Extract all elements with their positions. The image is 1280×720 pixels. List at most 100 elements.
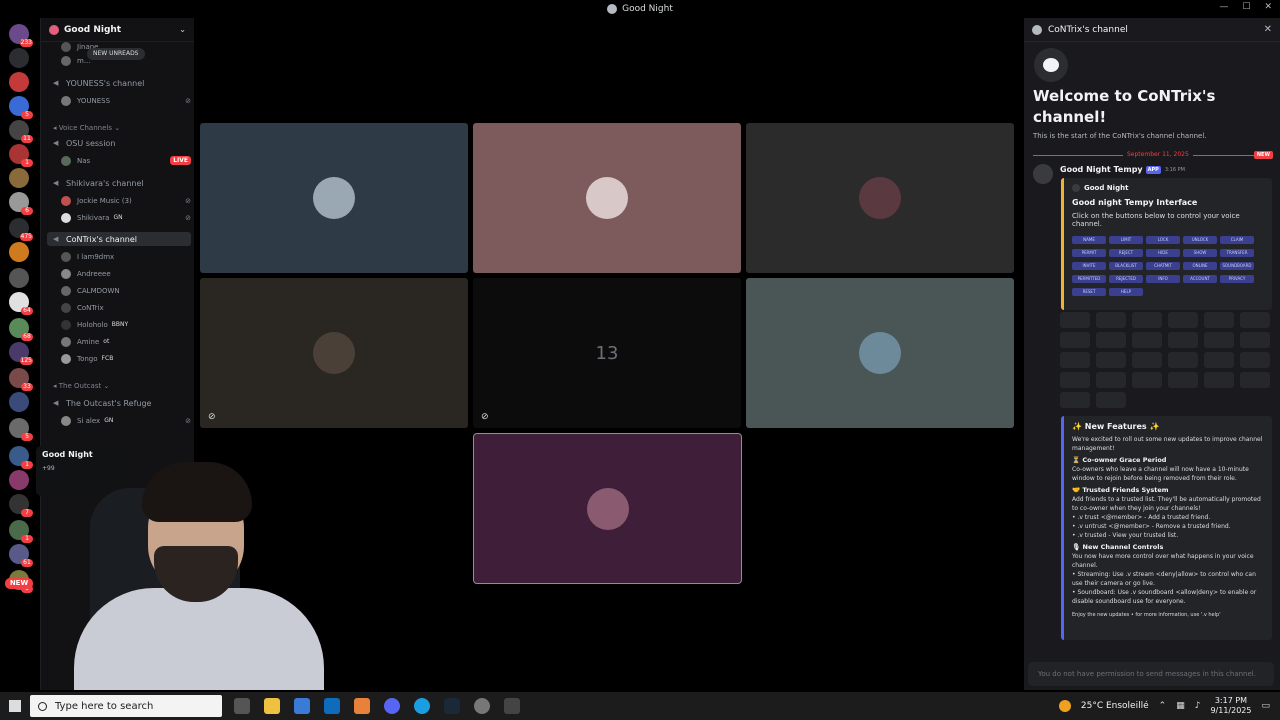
server-icon[interactable] <box>9 72 29 92</box>
control-button[interactable]: TRANSFER <box>1220 249 1254 257</box>
control-button[interactable]: HELP <box>1109 288 1143 296</box>
voice-channel[interactable]: ◀ YOUNESS's channel <box>47 76 191 90</box>
chevron-down-icon[interactable]: ⌄ <box>179 25 186 34</box>
control-button[interactable]: REJECT <box>1109 249 1143 257</box>
control-icon-button[interactable] <box>1204 312 1234 328</box>
voice-member[interactable]: Amine ot <box>61 335 191 348</box>
control-icon-button[interactable] <box>1060 392 1090 408</box>
server-icon[interactable]: 64 <box>9 292 33 315</box>
server-icon[interactable]: 61 <box>9 544 33 567</box>
server-icon[interactable]: 5 <box>9 96 33 119</box>
voice-member[interactable]: Tongo FCB <box>61 352 191 365</box>
server-icon[interactable]: 7 <box>9 494 33 517</box>
voice-channel[interactable]: ◀ Shikivara's channel <box>47 176 191 190</box>
control-icon-button[interactable] <box>1132 312 1162 328</box>
voice-member[interactable]: Nas LIVE <box>61 154 191 167</box>
control-icon-button[interactable] <box>1168 312 1198 328</box>
server-icon[interactable]: 5 <box>9 418 33 441</box>
minimize-button[interactable]: — <box>1219 2 1228 12</box>
start-button[interactable] <box>0 692 30 720</box>
video-tile[interactable] <box>473 123 741 273</box>
voice-member[interactable]: YOUNESS ⊘ <box>61 94 191 107</box>
control-icon-button[interactable] <box>1240 352 1270 368</box>
server-icon[interactable]: 233 <box>9 24 33 47</box>
video-tile[interactable] <box>746 123 1014 273</box>
video-tile[interactable] <box>473 433 742 584</box>
voice-channel[interactable]: ◀ OSU session <box>47 136 191 150</box>
app-icon[interactable] <box>504 698 520 714</box>
server-icon[interactable]: 1 <box>9 520 33 543</box>
message-author[interactable]: Good Night Tempy APP 3:16 PM <box>1060 165 1185 174</box>
server-icon[interactable] <box>9 268 29 288</box>
avatar[interactable] <box>1033 164 1053 184</box>
volume-icon[interactable]: ♪ <box>1195 701 1201 711</box>
control-button[interactable]: SHOW <box>1183 249 1217 257</box>
control-icon-button[interactable] <box>1204 352 1234 368</box>
control-button[interactable]: LOCK <box>1146 236 1180 244</box>
voice-member[interactable]: Holoholo BBNY <box>61 318 191 331</box>
server-icon[interactable]: 125 <box>9 342 33 365</box>
control-button[interactable]: PRIVACY <box>1220 275 1254 283</box>
control-icon-button[interactable] <box>1096 392 1126 408</box>
message-input-disabled[interactable]: You do not have permission to send messa… <box>1028 662 1274 686</box>
outlook-icon[interactable] <box>324 698 340 714</box>
voice-member[interactable]: CALMDOWN <box>61 284 191 297</box>
control-button[interactable]: REJECTED <box>1109 275 1143 283</box>
server-icon[interactable] <box>9 242 29 262</box>
edge-icon[interactable] <box>414 698 430 714</box>
notifications-icon[interactable]: ▭ <box>1261 701 1270 711</box>
category-label[interactable]: ◂ Voice Channels ⌄ <box>53 124 120 132</box>
steam-icon[interactable] <box>444 698 460 714</box>
clock[interactable]: 3:17 PM 9/11/2025 <box>1210 696 1251 716</box>
category-label[interactable]: ◂ The Outcast ⌄ <box>53 382 109 390</box>
control-button[interactable]: LIMIT <box>1109 236 1143 244</box>
control-button[interactable]: INFO <box>1146 275 1180 283</box>
new-badge[interactable]: NEW <box>5 578 33 589</box>
network-icon[interactable]: ▦ <box>1176 701 1185 711</box>
control-button[interactable]: PERMITTED <box>1072 275 1106 283</box>
video-tile[interactable] <box>200 123 468 273</box>
server-icon[interactable] <box>9 48 29 68</box>
control-button[interactable]: ONLINE <box>1183 262 1217 270</box>
control-icon-button[interactable] <box>1096 352 1126 368</box>
control-button[interactable]: INVITE <box>1072 262 1106 270</box>
server-icon[interactable] <box>9 470 29 490</box>
control-button[interactable]: SOUNDBOARD <box>1220 262 1254 270</box>
voice-member[interactable]: Si alex GN ⊘ <box>61 414 191 427</box>
control-button[interactable]: CLAIM <box>1220 236 1254 244</box>
app-icon[interactable] <box>354 698 370 714</box>
server-icon[interactable]: 68 <box>9 318 33 341</box>
server-icon[interactable]: 1 <box>9 446 33 469</box>
server-icon[interactable]: 33 <box>9 368 33 391</box>
control-icon-button[interactable] <box>1060 332 1090 348</box>
control-icon-button[interactable] <box>1096 332 1126 348</box>
control-icon-button[interactable] <box>1204 372 1234 388</box>
close-window-button[interactable]: ✕ <box>1264 2 1272 12</box>
control-icon-button[interactable] <box>1240 312 1270 328</box>
server-icon[interactable] <box>9 392 29 412</box>
maximize-button[interactable]: ☐ <box>1242 2 1250 12</box>
file-explorer-icon[interactable] <box>264 698 280 714</box>
control-icon-button[interactable] <box>1060 352 1090 368</box>
server-icon[interactable]: 475 <box>9 218 33 241</box>
chevron-up-icon[interactable]: ⌃ <box>1159 701 1167 711</box>
control-icon-button[interactable] <box>1132 352 1162 368</box>
video-tile[interactable]: 13 ⊘ <box>473 278 741 428</box>
control-button[interactable]: PERMIT <box>1072 249 1106 257</box>
guild-header[interactable]: Good Night ⌄ <box>41 18 194 42</box>
voice-member[interactable]: Andreeee <box>61 267 191 280</box>
control-icon-button[interactable] <box>1168 352 1198 368</box>
taskbar-search[interactable]: Type here to search <box>30 695 222 717</box>
control-button[interactable]: HIDE <box>1146 249 1180 257</box>
control-icon-button[interactable] <box>1132 332 1162 348</box>
voice-member[interactable]: Shikivara GN ⊘ <box>61 211 191 224</box>
voice-member[interactable]: I lam9dmx <box>61 250 191 263</box>
control-button[interactable]: CHATMIT <box>1146 262 1180 270</box>
control-icon-button[interactable] <box>1240 372 1270 388</box>
control-button[interactable]: NAME <box>1072 236 1106 244</box>
control-icon-button[interactable] <box>1240 332 1270 348</box>
store-icon[interactable] <box>294 698 310 714</box>
video-tile[interactable]: ⊘ <box>200 278 468 428</box>
weather-text[interactable]: 25°C Ensoleillé <box>1081 701 1149 711</box>
control-icon-button[interactable] <box>1168 332 1198 348</box>
